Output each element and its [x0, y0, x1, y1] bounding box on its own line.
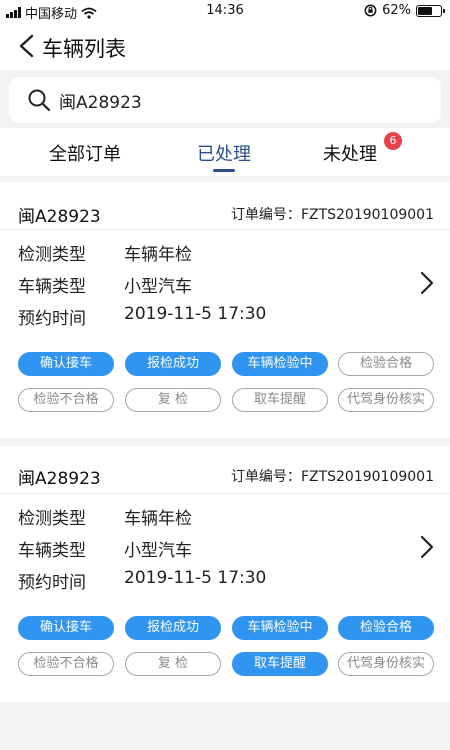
step-inspection-failed[interactable]: 检验不合格	[18, 388, 114, 412]
order-card[interactable]: 闽A28923 订单编号：FZTS20190109001 检测类型 车辆年检 车…	[0, 182, 450, 438]
order-number-label: 订单编号：	[230, 469, 301, 485]
search-bar	[0, 70, 450, 128]
step-inspection-registered[interactable]: 报检成功	[125, 352, 221, 376]
tab-processed[interactable]: 已处理	[197, 140, 251, 166]
appointment-time-label: 预约时间	[18, 309, 86, 329]
search-input[interactable]	[59, 90, 419, 110]
order-number-label: 订单编号：	[230, 207, 301, 223]
order-number-value: FZTS20190109001	[300, 207, 434, 223]
plate-number: 闽A28923	[18, 469, 101, 489]
tab-bar: 全部订单 已处理 未处理	[0, 128, 450, 176]
orientation-lock-icon	[364, 4, 377, 17]
step-reinspection[interactable]: 复 检	[125, 388, 221, 412]
order-number-value: FZTS20190109001	[300, 469, 434, 485]
order-card[interactable]: 闽A28923 订单编号：FZTS20190109001 检测类型 车辆年检 车…	[0, 446, 450, 702]
step-driver-identity-check[interactable]: 代驾身份核实	[338, 652, 434, 676]
inspection-type-value: 车辆年检	[124, 509, 192, 529]
order-number: 订单编号：FZTS20190109001	[231, 466, 434, 486]
order-card-header: 闽A28923 订单编号：FZTS20190109001	[0, 182, 450, 230]
inspection-type-label: 检测类型	[18, 245, 86, 265]
active-tab-indicator	[213, 169, 235, 172]
order-card-header: 闽A28923 订单编号：FZTS20190109001	[0, 446, 450, 494]
step-inspection-failed[interactable]: 检验不合格	[18, 652, 114, 676]
page-title: 车辆列表	[42, 37, 126, 61]
inspection-type-value: 车辆年检	[124, 245, 192, 265]
step-inspection-passed[interactable]: 检验合格	[338, 616, 434, 640]
unprocessed-count-badge: 6	[384, 132, 402, 150]
step-pickup-reminder[interactable]: 取车提醒	[232, 388, 328, 412]
tab-all-orders[interactable]: 全部订单	[49, 140, 121, 166]
step-driver-identity-check[interactable]: 代驾身份核实	[338, 388, 434, 412]
tab-unprocessed[interactable]: 未处理	[323, 140, 377, 166]
battery-level	[418, 6, 432, 15]
status-bar: 中国移动 14:36 62%	[0, 0, 450, 22]
appointment-time-label: 预约时间	[18, 573, 86, 593]
step-pickup-reminder[interactable]: 取车提醒	[232, 652, 328, 676]
vehicle-type-value: 小型汽车	[124, 277, 192, 297]
step-inspection-passed[interactable]: 检验合格	[338, 352, 434, 376]
vehicle-type-label: 车辆类型	[18, 277, 86, 297]
step-confirm-pickup[interactable]: 确认接车	[18, 352, 114, 376]
step-reinspection[interactable]: 复 检	[125, 652, 221, 676]
nav-bar: 车辆列表	[0, 22, 450, 70]
back-arrow-icon[interactable]	[16, 34, 40, 58]
step-inspecting[interactable]: 车辆检验中	[232, 616, 328, 640]
battery-percent: 62%	[382, 3, 411, 18]
battery-icon	[416, 4, 445, 17]
status-right: 62%	[364, 3, 445, 18]
vehicle-type-label: 车辆类型	[18, 541, 86, 561]
step-inspecting[interactable]: 车辆检验中	[232, 352, 328, 376]
chevron-right-icon[interactable]	[418, 534, 436, 560]
step-inspection-registered[interactable]: 报检成功	[125, 616, 221, 640]
search-box[interactable]	[9, 77, 441, 123]
order-number: 订单编号：FZTS20190109001	[231, 204, 434, 224]
chevron-right-icon[interactable]	[418, 270, 436, 296]
vehicle-type-value: 小型汽车	[124, 541, 192, 561]
inspection-type-label: 检测类型	[18, 509, 86, 529]
step-confirm-pickup[interactable]: 确认接车	[18, 616, 114, 640]
search-icon[interactable]	[27, 88, 51, 112]
appointment-time-value: 2019-11-5 17:30	[124, 568, 267, 588]
appointment-time-value: 2019-11-5 17:30	[124, 304, 267, 324]
plate-number: 闽A28923	[18, 207, 101, 227]
